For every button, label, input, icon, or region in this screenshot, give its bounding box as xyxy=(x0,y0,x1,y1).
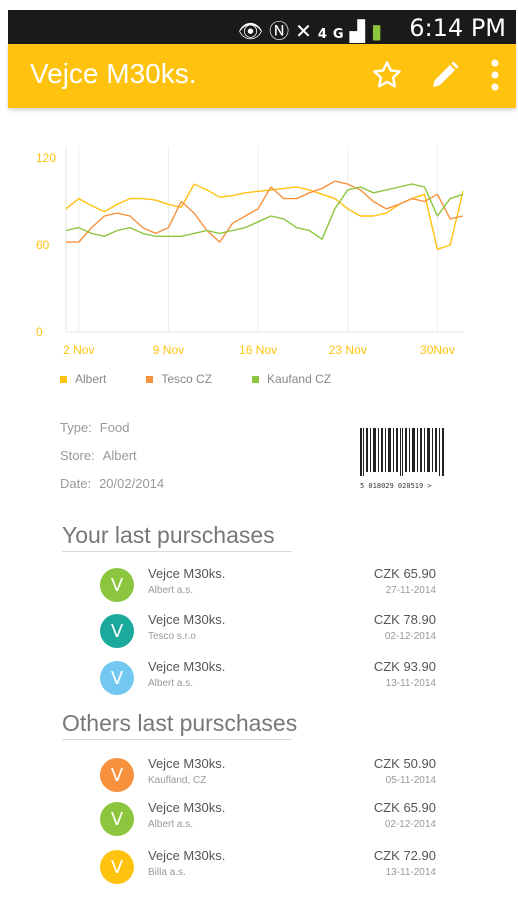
series-line-kaufand-cz xyxy=(65,183,464,240)
more-options-button[interactable] xyxy=(484,52,506,98)
item-price: CZK 65.90 xyxy=(373,566,436,581)
list-item[interactable]: V Vejce M30ks. Billa a.s. CZK 72.90 13-1… xyxy=(100,848,440,892)
item-store: Billa a.s. xyxy=(148,867,186,878)
network-label: 4G xyxy=(317,27,350,42)
x-tick-label: 30Nov xyxy=(420,343,455,357)
x-tick-label: 2 Nov xyxy=(63,343,94,357)
detail-store: Store: Albert xyxy=(60,448,164,476)
others-purchases-title: Others last purschases xyxy=(62,710,298,736)
detail-type-value: Food xyxy=(99,420,130,435)
eye-icon: 👁 xyxy=(237,19,270,43)
item-store: Albert a.s. xyxy=(148,585,194,596)
item-name: Vejce M30ks. xyxy=(148,848,226,863)
list-item[interactable]: V Vejce M30ks. Albert a.s. CZK 65.90 02-… xyxy=(100,800,440,844)
item-store: Albert a.s. xyxy=(148,678,194,689)
item-name: Vejce M30ks. xyxy=(148,566,226,581)
y-tick-label: 120 xyxy=(36,151,56,165)
x-tick-label: 9 Nov xyxy=(153,343,184,357)
item-store: Albert a.s. xyxy=(148,819,194,830)
page-title: Vejce M30ks. xyxy=(30,58,197,89)
your-purchases-divider xyxy=(62,551,292,552)
legend-label-tesco: Tesco CZ xyxy=(161,372,213,386)
legend-label-albert: Albert xyxy=(75,372,107,386)
avatar: V xyxy=(100,758,134,792)
pencil-icon xyxy=(433,61,459,87)
legend-swatch-tesco xyxy=(146,375,154,383)
item-date: 13-11-2014 xyxy=(385,678,436,689)
x-tick-label: 23 Nov xyxy=(329,343,367,357)
detail-date: Date: 20/02/2014 xyxy=(60,476,164,504)
item-date: 13-11-2014 xyxy=(385,867,436,878)
avatar: V xyxy=(100,802,134,836)
detail-date-value: 20/02/2014 xyxy=(99,476,165,491)
barcode: 5 018029 020519 > xyxy=(360,428,444,490)
nfc-icon: Ⓝ xyxy=(269,19,296,43)
y-tick-label: 60 xyxy=(36,238,50,252)
status-bar: 👁Ⓝ✕4G▟▮ 6:14 PM xyxy=(8,10,516,44)
item-date: 02-12-2014 xyxy=(384,631,436,642)
list-item[interactable]: V Vejce M30ks. Tesco s.r.o CZK 78.90 02-… xyxy=(100,612,440,656)
others-purchases-divider xyxy=(62,739,292,740)
item-price: CZK 93.90 xyxy=(373,659,436,674)
app-bar-actions xyxy=(368,52,506,98)
item-store: Kaufland, CZ xyxy=(148,775,207,786)
avatar: V xyxy=(100,614,134,648)
legend-item-tesco: Tesco CZ xyxy=(146,372,212,386)
more-vert-icon xyxy=(491,59,499,91)
legend-label-kaufand: Kaufand CZ xyxy=(267,372,332,386)
price-chart: 2 Nov 9 Nov 16 Nov 23 Nov 30Nov 0 60 120 xyxy=(8,130,516,400)
your-purchases-title: Your last purschases xyxy=(62,522,275,548)
price-chart-svg: 2 Nov 9 Nov 16 Nov 23 Nov 30Nov 0 60 120 xyxy=(36,146,464,357)
item-price: CZK 78.90 xyxy=(373,612,436,627)
detail-type-label: Type: xyxy=(60,420,92,435)
barcode-number: 5 018029 020519 > xyxy=(360,482,432,490)
app-bar: Vejce M30ks. xyxy=(8,44,516,108)
item-price: CZK 72.90 xyxy=(373,848,436,863)
y-tick-label: 0 xyxy=(36,325,43,339)
detail-store-label: Store: xyxy=(60,448,95,463)
battery-icon: ▮ xyxy=(370,19,388,43)
edit-button[interactable] xyxy=(426,52,464,98)
chart-legend: Albert Tesco CZ Kaufand CZ xyxy=(60,372,331,386)
item-name: Vejce M30ks. xyxy=(148,659,226,674)
item-name: Vejce M30ks. xyxy=(148,800,226,815)
detail-store-value: Albert xyxy=(102,448,137,463)
item-name: Vejce M30ks. xyxy=(148,612,226,627)
legend-item-kaufand: Kaufand CZ xyxy=(252,372,331,386)
star-icon xyxy=(373,61,401,88)
product-details: Type: Food Store: Albert Date: 20/02/201… xyxy=(60,420,164,504)
barcode-bars xyxy=(360,428,444,476)
legend-swatch-albert xyxy=(60,375,67,383)
item-date: 05-11-2014 xyxy=(385,775,436,786)
status-icons: 👁Ⓝ✕4G▟▮ xyxy=(238,15,388,44)
list-item[interactable]: V Vejce M30ks. Albert a.s. CZK 93.90 13-… xyxy=(100,659,440,703)
avatar: V xyxy=(100,850,134,884)
avatar: V xyxy=(100,661,134,695)
detail-date-label: Date: xyxy=(60,476,92,491)
item-date: 02-12-2014 xyxy=(384,819,436,830)
mute-icon: ✕ xyxy=(295,19,318,43)
x-tick-label: 16 Nov xyxy=(239,343,277,357)
legend-item-albert: Albert xyxy=(60,372,106,386)
detail-type: Type: Food xyxy=(60,420,164,448)
list-item[interactable]: V Vejce M30ks. Kaufland, CZ CZK 50.90 05… xyxy=(100,756,440,800)
series-line-albert xyxy=(65,183,464,251)
item-date: 27-11-2014 xyxy=(385,585,436,596)
signal-icon: ▟ xyxy=(349,19,371,43)
item-store: Tesco s.r.o xyxy=(148,631,196,642)
item-price: CZK 65.90 xyxy=(373,800,436,815)
item-name: Vejce M30ks. xyxy=(148,756,226,771)
avatar: V xyxy=(100,568,134,602)
legend-swatch-kaufand xyxy=(252,375,260,383)
status-time: 6:14 PM xyxy=(409,14,506,42)
item-price: CZK 50.90 xyxy=(373,756,436,771)
list-item[interactable]: V Vejce M30ks. Albert a.s. CZK 65.90 27-… xyxy=(100,566,440,610)
favorite-button[interactable] xyxy=(368,52,406,98)
